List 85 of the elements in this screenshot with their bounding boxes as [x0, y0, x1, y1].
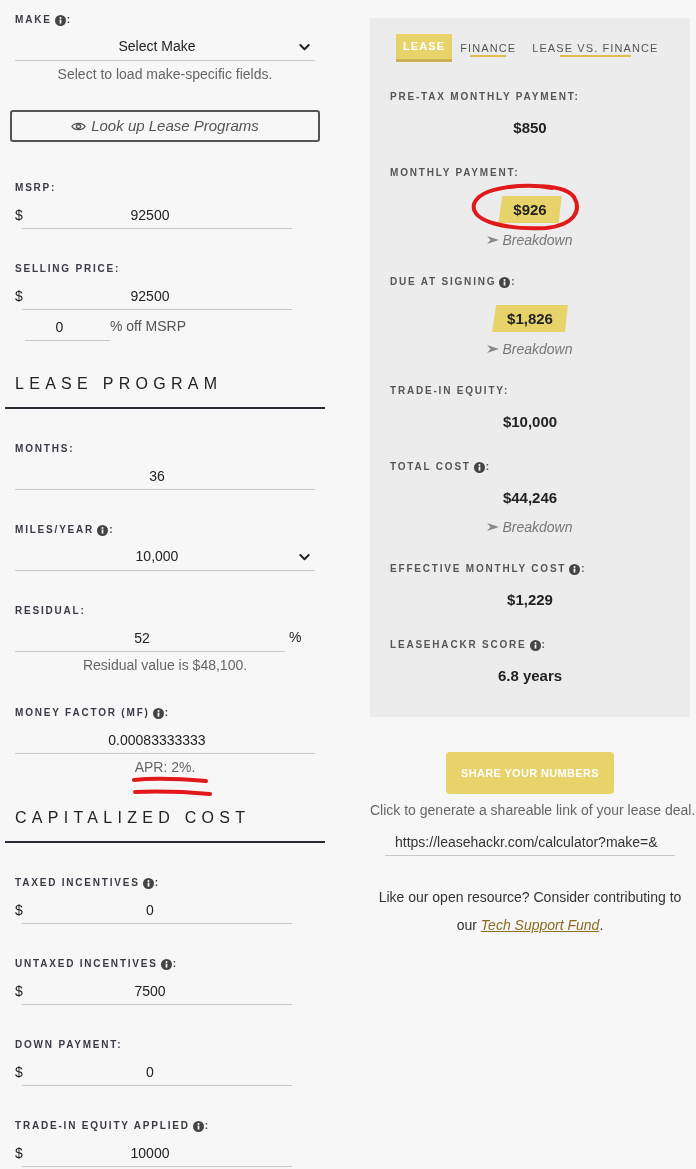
- lookup-programs-button[interactable]: Look up Lease Programs: [10, 110, 320, 142]
- label-colon: :: [204, 1119, 210, 1133]
- arrowhead-icon: [487, 236, 500, 244]
- breakdown-link[interactable]: Breakdown: [487, 518, 573, 536]
- chevron-down-icon: [299, 554, 310, 561]
- payment-tag: $1,826: [492, 305, 568, 332]
- label-colon: :: [511, 275, 517, 289]
- result-value: $1,229: [507, 590, 553, 610]
- label-colon: :: [66, 13, 72, 27]
- percent-sign: %: [289, 628, 302, 647]
- label-colon: :: [541, 638, 547, 652]
- info-icon[interactable]: [142, 877, 154, 889]
- number-input[interactable]: 36: [15, 462, 315, 490]
- field-label: MONEY FACTOR (MF): [15, 706, 150, 720]
- info-icon[interactable]: [192, 1120, 204, 1132]
- field-label: MAKE: [15, 13, 52, 27]
- label-colon: :: [109, 523, 115, 537]
- label-colon: :: [485, 460, 491, 474]
- support-fund-link[interactable]: Tech Support Fund: [480, 917, 600, 933]
- field-label: EFFECTIVE MONTHLY COST: [390, 562, 567, 576]
- info-icon[interactable]: [473, 461, 485, 473]
- result-value: 6.8 years: [497, 666, 563, 686]
- result-tab[interactable]: FINANCE: [452, 34, 525, 62]
- eye-icon: [71, 120, 87, 132]
- currency-symbol: $: [15, 1063, 22, 1082]
- info-icon[interactable]: [97, 524, 109, 536]
- field-label: SELLING PRICE:: [15, 262, 121, 276]
- label-colon: :: [172, 957, 178, 971]
- currency-symbol: $: [15, 901, 22, 920]
- result-value: $850: [513, 118, 547, 138]
- field-hint: Residual value is $48,100.: [82, 657, 248, 673]
- field-label: DOWN PAYMENT:: [15, 1038, 123, 1052]
- field-label: MILES/YEAR: [15, 523, 95, 537]
- currency-input[interactable]: 0: [22, 1058, 292, 1086]
- percent-input[interactable]: 52: [15, 624, 285, 652]
- currency-symbol: $: [15, 287, 22, 306]
- info-icon[interactable]: [529, 639, 541, 651]
- field-label: DUE AT SIGNING: [390, 275, 497, 289]
- currency-symbol: $: [15, 206, 22, 225]
- field-label: MONTHS:: [15, 442, 75, 456]
- field-label: MSRP:: [15, 181, 57, 195]
- dropdown-select[interactable]: Select Make: [15, 33, 315, 61]
- field-label: TOTAL COST: [390, 460, 471, 474]
- currency-symbol: $: [15, 982, 22, 1001]
- info-icon[interactable]: [152, 707, 164, 719]
- section-heading: LEASE PROGRAM: [14, 374, 224, 394]
- breakdown-link[interactable]: Breakdown: [487, 340, 573, 358]
- arrowhead-icon: [487, 523, 500, 531]
- currency-input[interactable]: 92500: [22, 201, 292, 229]
- section-heading: CAPITALIZED COST: [14, 808, 252, 828]
- discount-input[interactable]: 0: [25, 313, 110, 341]
- percent-off-label: % off MSRP: [110, 317, 186, 336]
- currency-input[interactable]: 92500: [22, 282, 292, 310]
- field-label: UNTAXED INCENTIVES: [15, 957, 158, 971]
- currency-input[interactable]: 10000: [22, 1139, 292, 1167]
- field-label: MONTHLY PAYMENT:: [390, 166, 520, 180]
- breakdown-link[interactable]: Breakdown: [487, 231, 573, 249]
- field-label: TRADE-IN EQUITY:: [390, 384, 510, 398]
- currency-input[interactable]: 7500: [22, 977, 292, 1005]
- field-label: TAXED INCENTIVES: [15, 876, 140, 890]
- field-label: TRADE-IN EQUITY APPLIED: [15, 1119, 190, 1133]
- field-hint: Select to load make-specific fields.: [57, 66, 273, 82]
- info-icon[interactable]: [499, 276, 511, 288]
- result-tab[interactable]: LEASE VS. FINANCE: [524, 34, 667, 62]
- info-icon[interactable]: [54, 14, 66, 26]
- info-icon[interactable]: [160, 958, 172, 970]
- label-colon: :: [581, 562, 587, 576]
- payment-tag: $926: [498, 196, 562, 223]
- chevron-down-icon: [299, 44, 310, 51]
- field-label: PRE-TAX MONTHLY PAYMENT:: [390, 90, 580, 104]
- result-value: $44,246: [502, 488, 558, 508]
- result-value: $10,000: [502, 412, 558, 432]
- field-label: LEASEHACKR SCORE: [390, 638, 527, 652]
- number-input[interactable]: 0.00083333333: [15, 726, 315, 754]
- info-icon[interactable]: [569, 563, 581, 575]
- currency-input[interactable]: 0: [22, 896, 292, 924]
- share-link-field[interactable]: https://leasehackr.com/calculator?make=&: [385, 828, 675, 856]
- label-colon: :: [164, 706, 170, 720]
- currency-symbol: $: [15, 1144, 22, 1163]
- field-hint: APR: 2%.: [134, 759, 196, 775]
- dropdown-select[interactable]: 10,000: [15, 543, 315, 571]
- arrowhead-icon: [487, 345, 500, 353]
- field-label: RESIDUAL:: [15, 604, 86, 618]
- support-message: Like our open resource? Consider contributing to our Tech Support Fund.: [377, 888, 683, 935]
- label-colon: :: [154, 876, 160, 890]
